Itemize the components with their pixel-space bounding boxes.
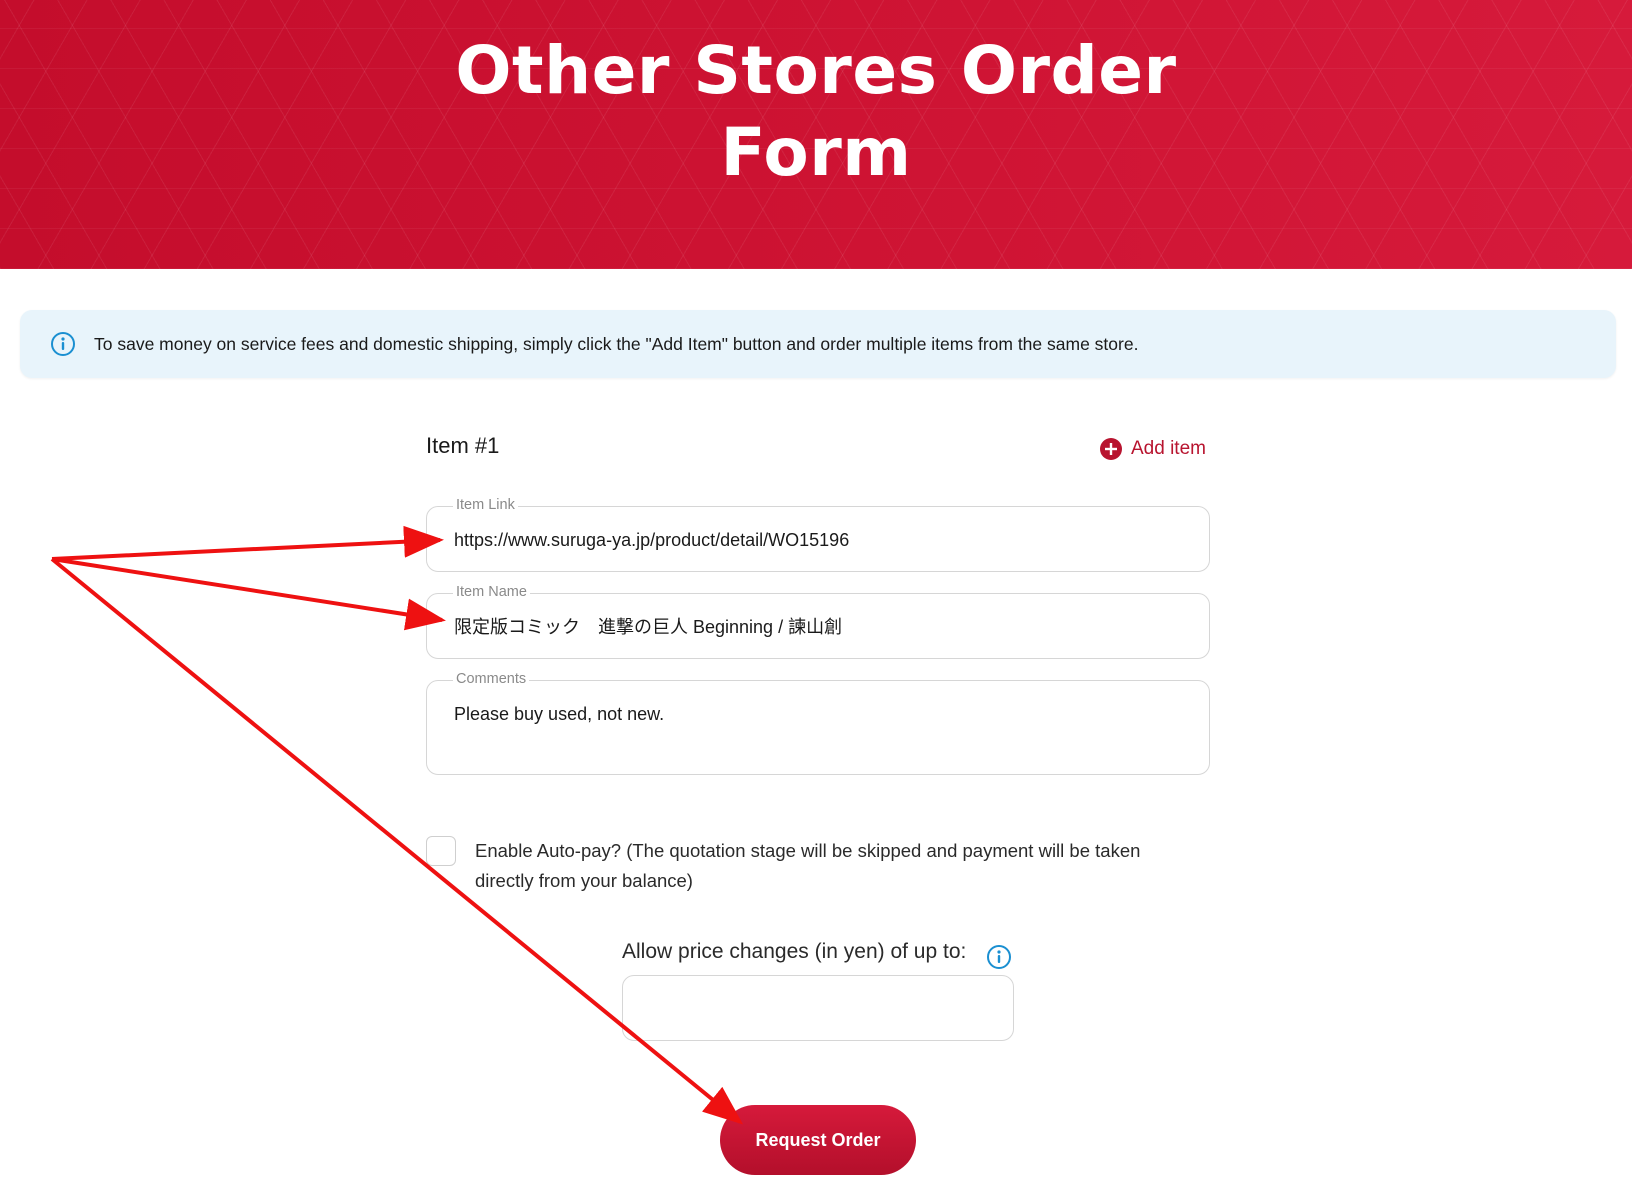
- request-order-button[interactable]: Request Order: [720, 1105, 916, 1175]
- info-circle-icon[interactable]: [986, 944, 1012, 970]
- annotation-arrow-to-item-link: [51, 525, 444, 561]
- comments-label: Comments: [453, 671, 530, 687]
- item-name-input[interactable]: [454, 594, 1189, 660]
- item-heading: Item #1: [426, 433, 500, 458]
- page-title: Other Stores Order Form: [316, 30, 1316, 194]
- comments-field[interactable]: Comments Please buy used, not new.: [426, 671, 1210, 775]
- price-changes-input[interactable]: [622, 975, 1014, 1041]
- autopay-label: Enable Auto-pay? (The quotation stage wi…: [475, 840, 1141, 891]
- info-circle-icon: [51, 332, 75, 356]
- annotation-arrow-to-item-name: [51, 557, 446, 631]
- page-header: Other Stores Order Form: [0, 0, 1632, 269]
- item-link-input[interactable]: [454, 507, 1189, 573]
- plus-circle-icon: [1100, 438, 1122, 460]
- info-banner: To save money on service fees and domest…: [20, 310, 1616, 378]
- item-link-field[interactable]: Item Link: [426, 497, 1210, 573]
- add-item-label: Add item: [1131, 438, 1206, 459]
- price-changes-label: Allow price changes (in yen) of up to:: [622, 940, 967, 963]
- item-name-field[interactable]: Item Name: [426, 584, 1210, 660]
- add-item-button[interactable]: Add item: [1099, 434, 1206, 464]
- autopay-checkbox[interactable]: [426, 836, 456, 866]
- page-title-line-2: Form: [720, 114, 912, 191]
- comments-textarea[interactable]: Please buy used, not new.: [454, 702, 1189, 762]
- info-banner-text: To save money on service fees and domest…: [94, 334, 1139, 354]
- page-title-line-1: Other Stores Order: [455, 32, 1177, 109]
